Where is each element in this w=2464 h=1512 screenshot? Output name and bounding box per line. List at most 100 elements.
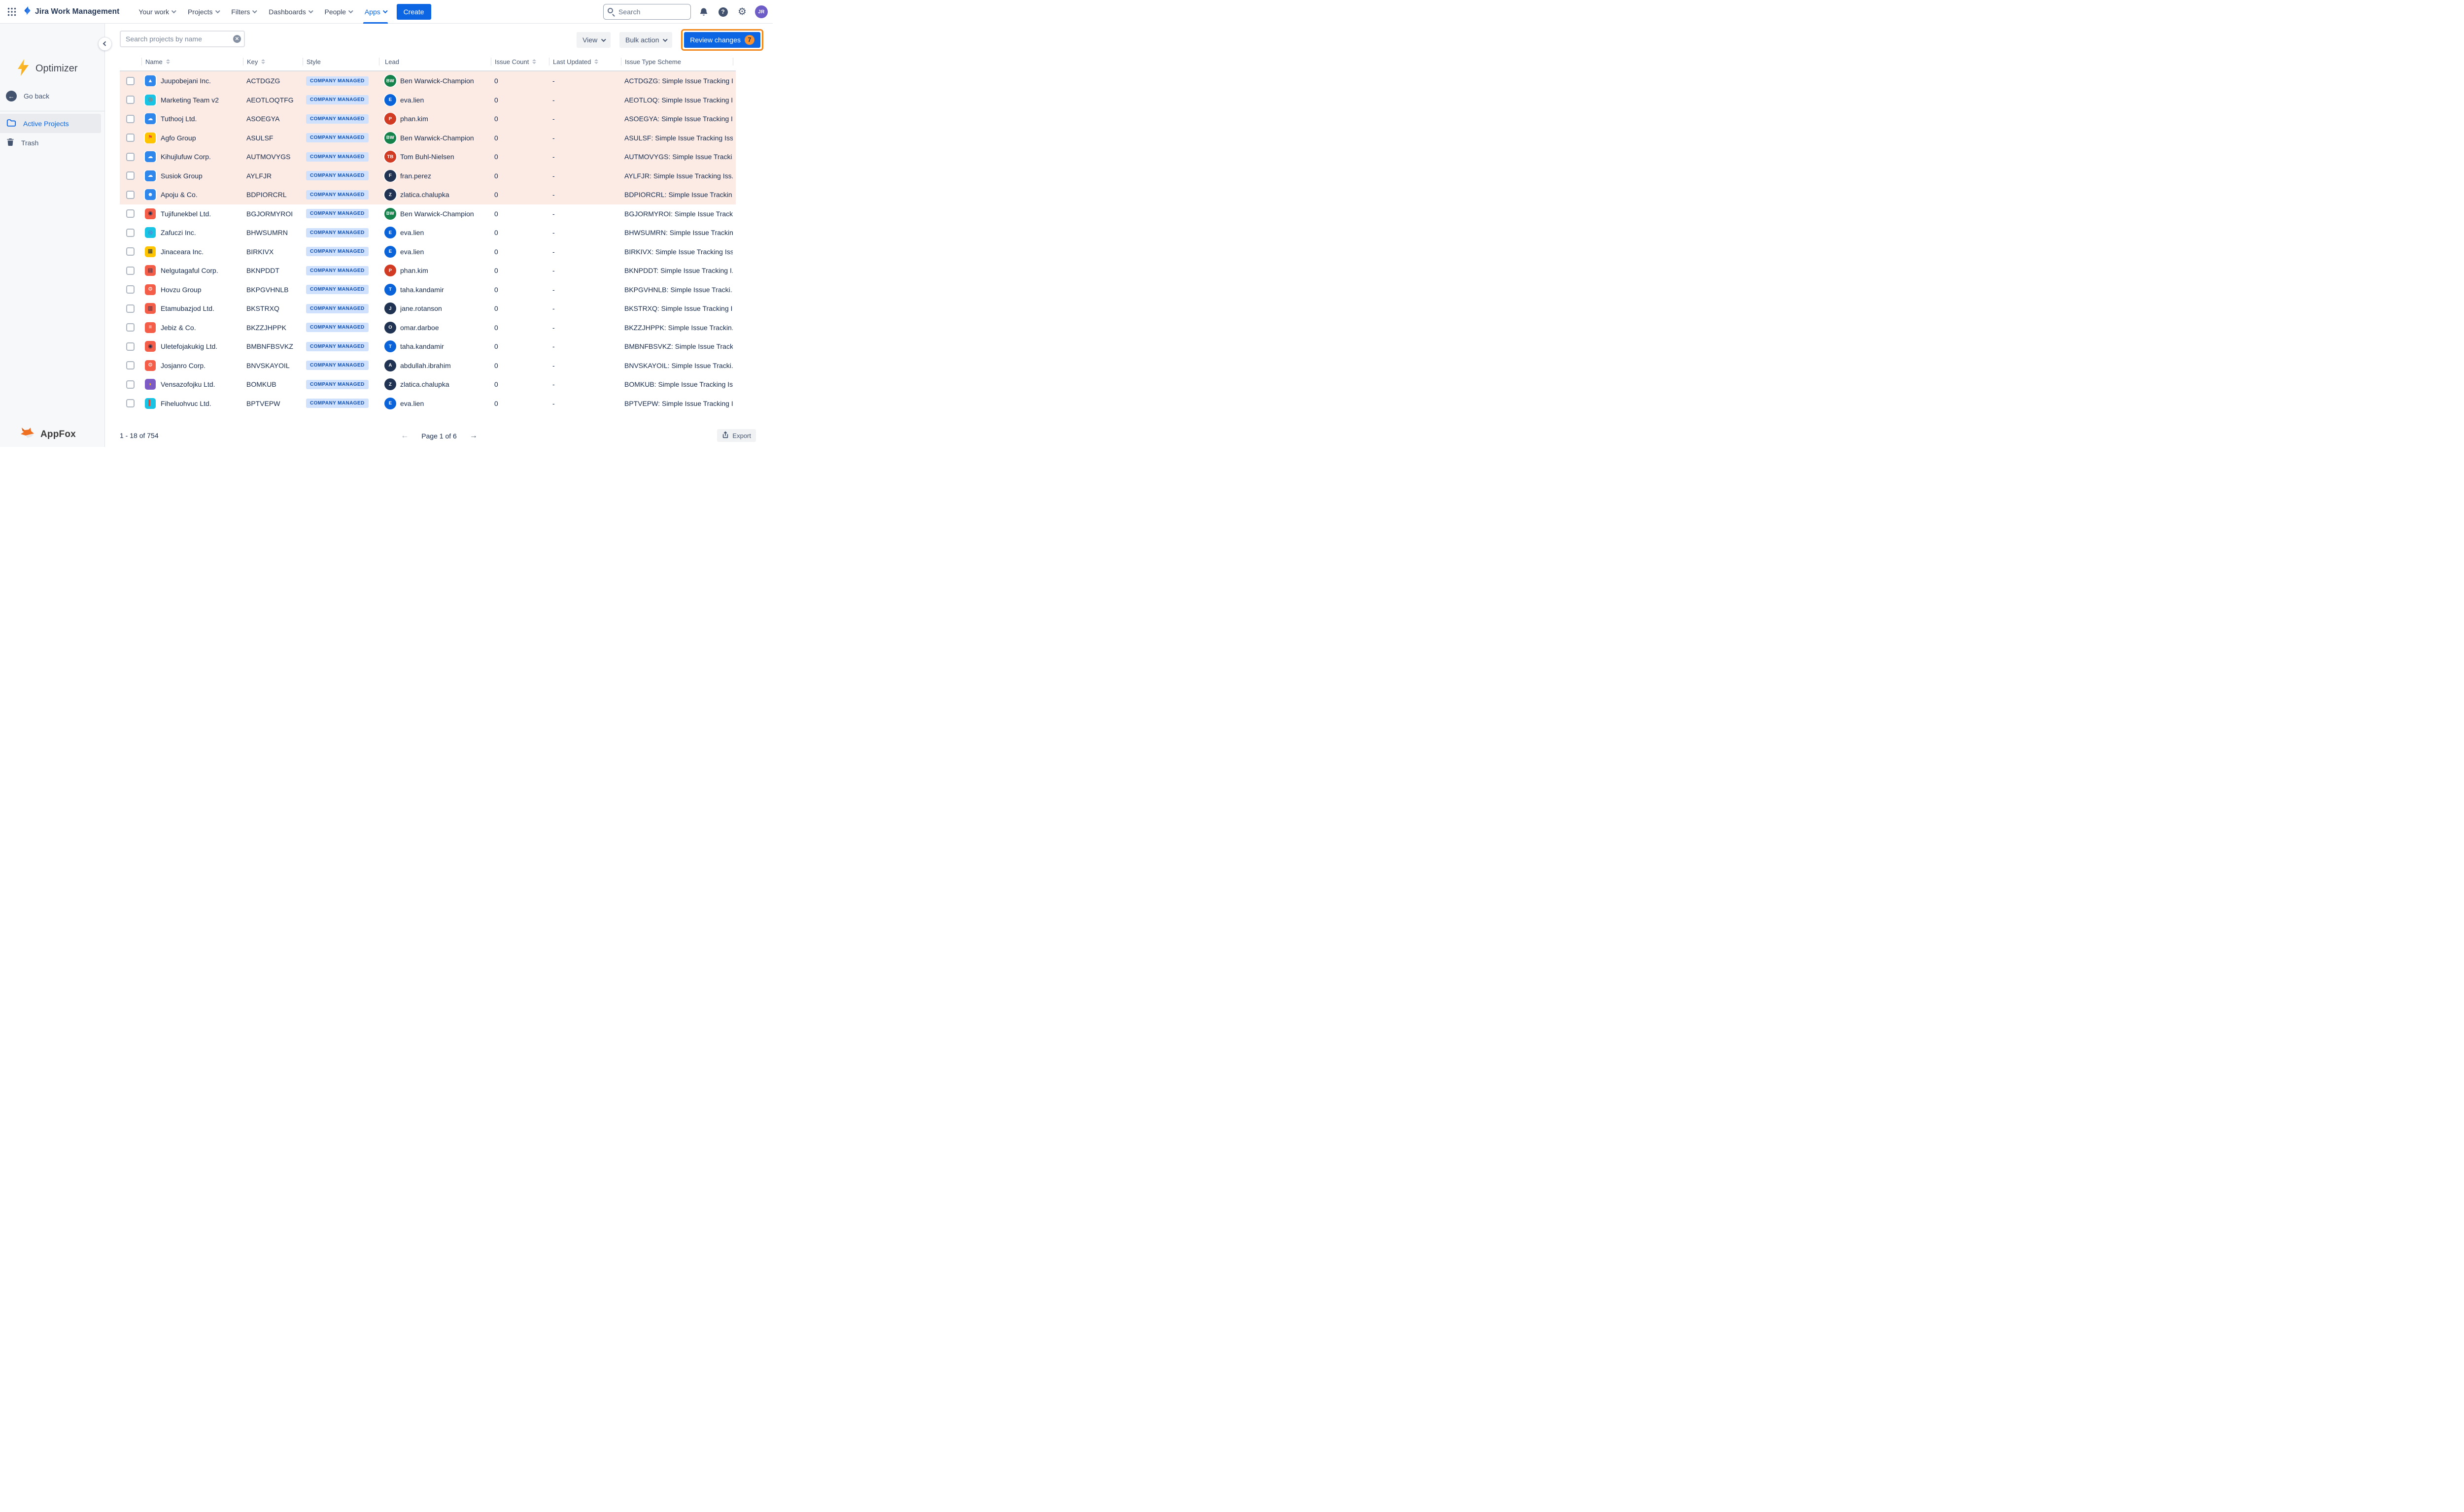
settings-gear-icon[interactable]: ⚙: [736, 5, 749, 18]
nav-item-projects[interactable]: Projects: [181, 0, 225, 24]
project-search: ✕: [120, 31, 245, 47]
project-name[interactable]: Agfo Group: [161, 134, 196, 142]
lead-name: jane.rotanson: [400, 304, 442, 312]
issue-count: 0: [491, 229, 549, 236]
issue-type-scheme: BIRKIVX: Simple Issue Tracking Iss...: [621, 248, 733, 256]
project-name[interactable]: Vensazofojku Ltd.: [161, 380, 215, 388]
project-name[interactable]: Tujifunekbel Ltd.: [161, 210, 211, 218]
row-checkbox[interactable]: [126, 399, 135, 407]
row-checkbox[interactable]: [126, 267, 135, 275]
row-checkbox[interactable]: [126, 247, 135, 256]
project-name[interactable]: Kihujlufuw Corp.: [161, 153, 211, 161]
sidebar-collapse-button[interactable]: [98, 37, 112, 51]
view-dropdown[interactable]: View: [577, 32, 611, 48]
next-page-arrow-icon[interactable]: →: [470, 432, 478, 440]
row-checkbox[interactable]: [126, 134, 135, 142]
project-name[interactable]: Etamubazjod Ltd.: [161, 304, 214, 312]
row-checkbox[interactable]: [126, 380, 135, 389]
row-checkbox[interactable]: [126, 361, 135, 370]
lead-name: abdullah.ibrahim: [400, 362, 451, 370]
style-badge: COMPANY MANAGED: [306, 247, 369, 256]
global-search-input[interactable]: [603, 4, 691, 20]
row-checkbox[interactable]: [126, 323, 135, 332]
notifications-icon[interactable]: [697, 5, 710, 18]
export-button[interactable]: Export: [717, 429, 756, 442]
sort-icon: [532, 59, 536, 64]
row-checkbox[interactable]: [126, 285, 135, 294]
project-name[interactable]: Apoju & Co.: [161, 191, 198, 199]
row-checkbox[interactable]: [126, 77, 135, 85]
chevron-left-icon: [103, 41, 108, 46]
user-avatar[interactable]: JR: [755, 5, 768, 18]
row-checkbox[interactable]: [126, 191, 135, 199]
project-avatar-icon: ▤: [145, 265, 156, 276]
lead-avatar: Z: [384, 189, 396, 201]
sidebar-item-active-projects[interactable]: Active Projects: [0, 114, 101, 133]
lead-avatar: A: [384, 360, 396, 371]
issue-type-scheme: AUTMOVYGS: Simple Issue Tracki...: [621, 153, 733, 161]
nav-item-people[interactable]: People: [318, 0, 358, 24]
project-name[interactable]: Zafuczi Inc.: [161, 229, 196, 236]
row-checkbox[interactable]: [126, 96, 135, 104]
issue-count: 0: [491, 96, 549, 104]
create-button[interactable]: Create: [397, 4, 431, 20]
column-header-name[interactable]: Name: [141, 58, 243, 66]
review-changes-button[interactable]: Review changes 7: [684, 32, 760, 48]
last-updated: -: [549, 115, 621, 123]
project-name[interactable]: Susiok Group: [161, 172, 203, 180]
clear-search-icon[interactable]: ✕: [233, 35, 241, 43]
product-title: Jira Work Management: [35, 7, 119, 16]
project-name[interactable]: Uletefojakukig Ltd.: [161, 342, 217, 350]
nav-item-apps[interactable]: Apps: [358, 0, 393, 24]
lead-avatar: BW: [384, 208, 396, 220]
lead-avatar: P: [384, 265, 396, 276]
lead-avatar: O: [384, 322, 396, 334]
project-avatar-icon: ⚑: [145, 133, 156, 143]
sidebar-item-trash[interactable]: Trash: [0, 133, 101, 152]
row-checkbox[interactable]: [126, 342, 135, 351]
last-updated: -: [549, 134, 621, 142]
row-checkbox[interactable]: [126, 171, 135, 180]
project-name[interactable]: Juupobejani Inc.: [161, 77, 211, 85]
project-name[interactable]: Jinaceara Inc.: [161, 248, 204, 256]
project-name[interactable]: Marketing Team v2: [161, 96, 219, 104]
project-search-input[interactable]: [120, 31, 245, 47]
bulk-action-dropdown[interactable]: Bulk action: [619, 32, 672, 48]
column-header-key[interactable]: Key: [243, 58, 303, 66]
previous-page-arrow-icon[interactable]: ←: [401, 432, 409, 440]
nav-item-your-work[interactable]: Your work: [132, 0, 181, 24]
row-checkbox[interactable]: [126, 304, 135, 313]
column-header-last-updated[interactable]: Last Updated: [549, 58, 621, 66]
column-header-issue-type-scheme[interactable]: Issue Type Scheme: [621, 58, 733, 66]
issue-type-scheme: BPTVEPW: Simple Issue Tracking I...: [621, 400, 733, 407]
go-back-button[interactable]: ← Go back: [6, 91, 49, 101]
project-name[interactable]: Fiheluohvuc Ltd.: [161, 400, 211, 407]
nav-item-filters[interactable]: Filters: [225, 0, 262, 24]
last-updated: -: [549, 96, 621, 104]
project-name[interactable]: Jebiz & Co.: [161, 324, 196, 332]
project-avatar-icon: ☁: [145, 113, 156, 124]
row-checkbox[interactable]: [126, 209, 135, 218]
lead-avatar: E: [384, 227, 396, 238]
nav-item-dashboards[interactable]: Dashboards: [262, 0, 318, 24]
row-checkbox[interactable]: [126, 229, 135, 237]
table-row: ☁ Kihujlufuw Corp. AUTMOVYGS COMPANY MAN…: [120, 147, 736, 167]
last-updated: -: [549, 248, 621, 256]
row-checkbox[interactable]: [126, 153, 135, 161]
project-avatar-icon: ◎: [145, 95, 156, 105]
project-key: ASULSF: [243, 134, 303, 142]
row-checkbox[interactable]: [126, 115, 135, 123]
help-icon[interactable]: ?: [717, 5, 729, 18]
jira-brand[interactable]: Jira Work Management: [23, 6, 119, 18]
project-name[interactable]: Tuthooj Ltd.: [161, 115, 197, 123]
project-name[interactable]: Nelgutagaful Corp.: [161, 267, 218, 274]
page-indicator: Page 1 of 6: [421, 432, 457, 440]
app-switcher-icon[interactable]: [4, 4, 20, 20]
column-header-issue-count[interactable]: Issue Count: [491, 58, 549, 66]
project-key: AYLFJR: [243, 172, 303, 180]
column-header-style[interactable]: Style: [303, 58, 379, 66]
project-name[interactable]: Josjanro Corp.: [161, 362, 205, 370]
appfox-label: AppFox: [40, 429, 76, 440]
column-header-lead[interactable]: Lead: [379, 58, 491, 66]
project-name[interactable]: Hovzu Group: [161, 286, 201, 294]
